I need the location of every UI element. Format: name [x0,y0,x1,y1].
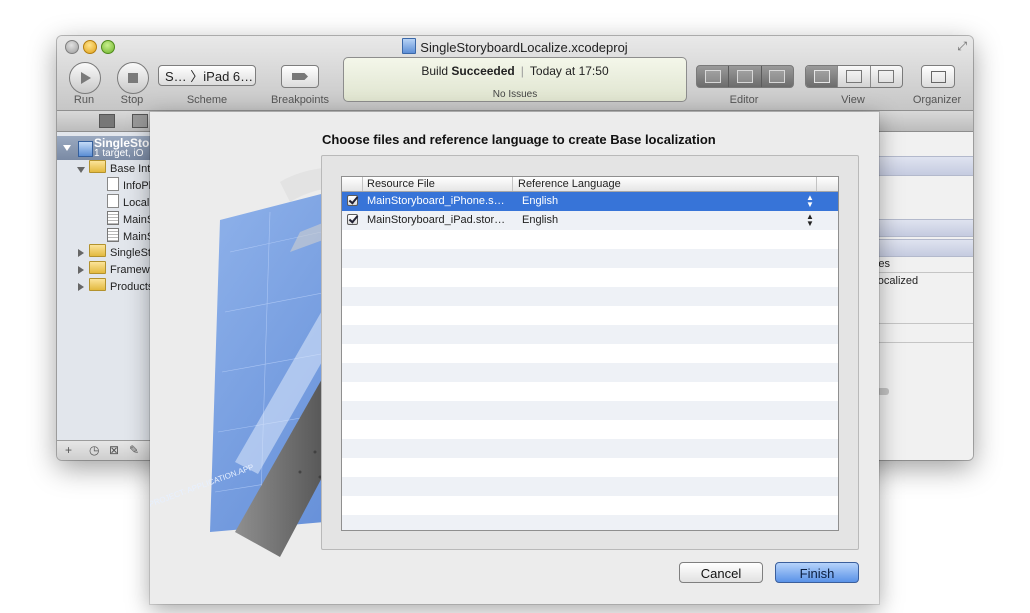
resource-files-table[interactable]: Resource File Reference Language MainSto… [341,176,839,531]
inspector-section-header [877,219,973,237]
include-checkbox[interactable] [347,195,358,206]
disclosure-closed-icon[interactable] [78,283,84,291]
disclosure-closed-icon[interactable] [78,266,84,274]
run-button[interactable] [69,62,101,94]
stop-icon [128,73,138,83]
folder-icon [89,278,106,291]
resource-file-cell: MainStoryboard_iPad.stor… [367,214,506,226]
disclosure-open-icon[interactable] [63,145,71,151]
organizer-icon [930,70,946,83]
view-segmented-control[interactable] [805,65,903,88]
navigator-toggle-button[interactable] [806,66,839,87]
scheme-label: Scheme [186,94,228,106]
editor-segmented-control[interactable] [696,65,794,88]
folder-icon [89,261,106,274]
version-editor-button[interactable] [762,66,793,87]
disclosure-closed-icon[interactable] [78,249,84,257]
build-status: Succeeded [451,64,515,78]
clock-icon[interactable]: ◷ [89,443,99,457]
reference-language-column-header[interactable]: Reference Language [514,177,817,191]
inspector-section-header [877,239,973,257]
breakpoints-button[interactable] [281,65,319,88]
table-body: MainStoryboard_iPhone.s… English ▲ ▼ Main… [342,192,838,530]
table-row[interactable]: MainStoryboard_iPad.stor… English ▲ ▼ [342,211,838,230]
breakpoints-label: Breakpoints [270,94,330,106]
build-status-prefix: Build [421,64,449,78]
table-header: Resource File Reference Language [342,177,838,192]
folder-icon [89,244,106,257]
fullscreen-icon[interactable]: ⤢ [957,39,967,54]
toolbar: SingleStoryboardLocalize.xcodeproj ⤢ Run… [57,36,973,111]
edited-icon[interactable]: ✎ [129,443,139,457]
debug-pane-icon [845,70,862,83]
assistant-editor-icon [736,70,753,83]
project-icon [78,141,93,157]
organizer-label: Organizer [912,94,962,106]
symbol-navigator-tab[interactable] [132,114,148,128]
tree-item[interactable]: Base Int [89,160,150,178]
run-label: Run [73,94,95,106]
play-icon [81,72,91,84]
issues-status: No Issues [492,89,538,100]
reference-language-popup[interactable]: English [522,211,722,230]
cancel-button[interactable]: Cancel [679,562,763,583]
files-group-box: Resource File Reference Language MainSto… [321,155,859,550]
assistant-editor-button[interactable] [729,66,762,87]
view-label: View [841,94,865,106]
xcodeproj-icon [402,38,417,54]
project-navigator-tab[interactable] [99,114,115,128]
base-localization-sheet: PROJECT: APPLICATION.APP Choose files an… [150,112,879,604]
utilities-pane-icon [878,70,895,83]
tree-item[interactable]: SingleSto [89,244,157,262]
reference-language-popup[interactable]: English [522,192,722,211]
utilities-toggle-button[interactable] [871,66,902,87]
stop-button[interactable] [117,62,149,94]
tree-item[interactable]: Products [89,278,153,296]
popup-arrows-icon[interactable]: ▲ ▼ [805,213,815,228]
navigator-pane-icon [813,70,830,83]
breakpoint-icon [292,73,308,80]
version-editor-icon [769,70,786,83]
disclosure-open-icon[interactable] [77,167,85,173]
include-checkbox[interactable] [347,214,358,225]
add-icon[interactable]: + [65,443,72,457]
debug-area-toggle-button[interactable] [838,66,871,87]
activity-viewer: Build Succeeded | Today at 17:50 No Issues [343,57,687,102]
tree-item[interactable]: Framew [89,261,150,279]
resource-file-cell: MainStoryboard_iPhone.s… [367,195,505,207]
stop-label: Stop [120,94,144,106]
tree-item[interactable]: MainS [107,211,154,229]
scm-icon[interactable]: ⊠ [109,443,119,457]
tree-item[interactable]: InfoPl [107,177,151,195]
table-row[interactable]: MainStoryboard_iPhone.s… English ▲ ▼ [342,192,838,211]
build-time: Today at 17:50 [529,64,609,78]
popup-arrows-icon[interactable]: ▲ ▼ [805,194,815,209]
folder-icon [89,160,106,173]
organizer-button[interactable] [921,65,955,88]
storyboard-file-icon [107,228,119,242]
inspector-section-header [877,156,973,176]
finish-button[interactable]: Finish [775,562,859,583]
storyboard-file-icon [107,211,119,225]
scheme-popup[interactable]: S… 〉iPad 6… [158,65,256,86]
sheet-title: Choose files and reference language to c… [322,132,716,147]
checkbox-column-header[interactable] [342,177,363,191]
tree-item[interactable]: Locali [107,194,152,212]
strings-file-icon [107,194,119,208]
resource-file-column-header[interactable]: Resource File [363,177,513,191]
window-title: SingleStoryboardLocalize.xcodeproj [57,38,973,56]
standard-editor-button[interactable] [697,66,730,87]
strings-file-icon [107,177,119,191]
standard-editor-icon [704,70,721,83]
editor-label: Editor [729,94,759,106]
